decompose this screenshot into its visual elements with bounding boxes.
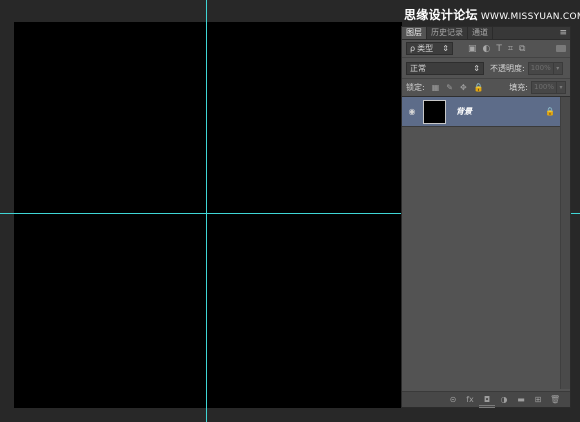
lock-icons: ▦ ✎ ✥ 🔒 <box>432 83 484 92</box>
lock-all-icon[interactable]: 🔒 <box>474 83 484 92</box>
blend-mode-select[interactable]: 正常 ⇕ <box>406 61 484 75</box>
lock-icon: 🔒 <box>545 107 555 116</box>
shape-filter-icon[interactable]: ⌗ <box>508 44 513 54</box>
layer-row-background[interactable]: ◉ 背景 🔒 <box>402 97 560 127</box>
updown-arrow-icon: ⇕ <box>473 63 480 73</box>
layer-list-scrollbar[interactable] <box>560 97 570 389</box>
tab-history[interactable]: 历史记录 <box>427 27 468 39</box>
fx-icon[interactable]: fx <box>465 395 475 404</box>
opacity-label: 不透明度: <box>490 63 525 73</box>
vertical-guide[interactable] <box>206 0 207 422</box>
lock-row: 锁定: ▦ ✎ ✥ 🔒 填充: 100% ▾ <box>402 79 570 97</box>
tab-channels[interactable]: 通道 <box>468 27 493 39</box>
watermark-title: 思缘设计论坛 <box>404 8 478 22</box>
panel-tabs: 图层 历史记录 通道 ≡ <box>402 27 570 40</box>
filter-kind-label: 类型 <box>417 44 434 53</box>
type-filter-icon[interactable]: T <box>496 44 502 54</box>
layer-list: ◉ 背景 🔒 <box>402 97 570 389</box>
blend-row: 正常 ⇕ 不透明度: 100% ▾ <box>402 58 570 79</box>
filter-kind-select[interactable]: ρ 类型 ⇕ <box>406 42 453 55</box>
updown-arrow-icon: ⇕ <box>442 44 449 53</box>
lock-image-icon[interactable]: ✎ <box>446 83 453 92</box>
smart-object-filter-icon[interactable]: ⧉ <box>519 44 525 54</box>
new-layer-icon[interactable]: ⊞ <box>533 395 543 404</box>
panel-bottom-bar: ⊝ fx ◘ ◑ ▬ ⊞ 🗑 <box>402 391 570 408</box>
resize-grip[interactable] <box>479 405 495 408</box>
adjustment-filter-icon[interactable]: ◐ <box>483 44 491 54</box>
eye-icon[interactable]: ◉ <box>402 107 422 116</box>
blend-mode-label: 正常 <box>410 63 426 73</box>
filter-toggle[interactable] <box>556 45 566 52</box>
fill-field[interactable]: 100% <box>531 81 557 94</box>
opacity-field[interactable]: 100% <box>527 61 554 75</box>
mask-icon[interactable]: ◘ <box>482 395 492 404</box>
layer-filter-row: ρ 类型 ⇕ ▣ ◐ T ⌗ ⧉ <box>402 40 570 58</box>
layer-name: 背景 <box>456 107 472 116</box>
filter-icons: ▣ ◐ T ⌗ ⧉ <box>468 44 525 54</box>
watermark-site: WWW.MISSYUAN.COM <box>480 12 580 22</box>
search-icon: ρ <box>410 44 416 53</box>
opacity-dropdown-icon[interactable]: ▾ <box>553 61 563 75</box>
folder-icon[interactable]: ▬ <box>516 395 526 404</box>
document-canvas[interactable] <box>14 22 402 408</box>
layers-panel: 图层 历史记录 通道 ≡ ρ 类型 ⇕ ▣ ◐ T ⌗ ⧉ 正常 ⇕ 不透明度:… <box>401 26 571 408</box>
trash-icon[interactable]: 🗑 <box>550 395 560 404</box>
fill-dropdown-icon[interactable]: ▾ <box>557 81 566 94</box>
layer-thumbnail <box>423 99 446 124</box>
lock-label: 锁定: <box>406 83 425 92</box>
panel-menu-icon[interactable]: ≡ <box>559 27 567 39</box>
watermark: 思缘设计论坛 WWW.MISSYUAN.COM <box>404 6 580 23</box>
link-icon[interactable]: ⊝ <box>448 395 458 404</box>
lock-position-icon[interactable]: ✥ <box>460 83 467 92</box>
tab-layers[interactable]: 图层 <box>402 27 427 39</box>
fill-label: 填充: <box>509 83 528 92</box>
lock-transparent-icon[interactable]: ▦ <box>432 83 440 92</box>
pixel-filter-icon[interactable]: ▣ <box>468 44 477 54</box>
adjustment-layer-icon[interactable]: ◑ <box>499 395 509 404</box>
